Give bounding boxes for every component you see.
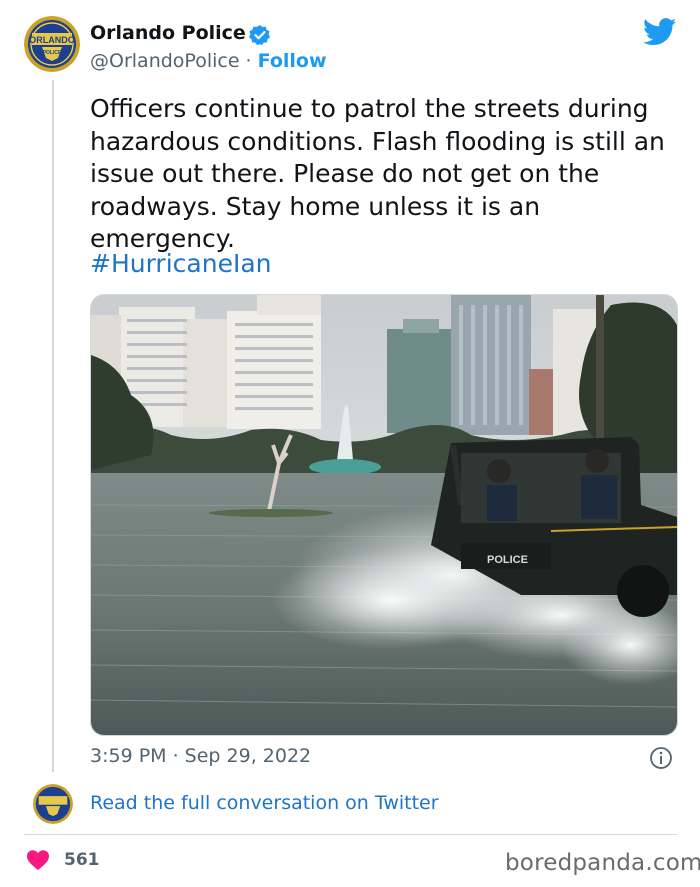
verified-badge-icon <box>249 24 271 46</box>
tweet-text: Officers continue to patrol the streets … <box>90 94 665 253</box>
avatar-badge-text: ORLANDO <box>29 35 75 45</box>
tweet-embed: ORLANDO POLICE Orlando Police @OrlandoPo… <box>0 0 700 887</box>
author-handle[interactable]: @OrlandoPolice <box>90 50 240 72</box>
handle-separator: · <box>239 50 258 72</box>
info-icon[interactable] <box>649 746 673 770</box>
vehicle-police-label: POLICE <box>487 554 528 566</box>
follow-button[interactable]: Follow <box>258 50 327 72</box>
heart-icon[interactable] <box>26 849 50 871</box>
tweet-timestamp[interactable]: 3:59 PM · Sep 29, 2022 <box>90 745 311 767</box>
thread-line <box>52 80 54 772</box>
twitter-bird-icon[interactable] <box>642 18 677 46</box>
tweet-photo[interactable]: POLICE <box>90 294 678 736</box>
boredpanda-watermark: boredpanda.com <box>505 850 700 876</box>
avatar-badge-subtext: POLICE <box>43 50 62 56</box>
author-name[interactable]: Orlando Police <box>90 22 246 44</box>
hashtag-link[interactable]: #HurricaneIan <box>90 248 271 281</box>
like-count: 561 <box>64 850 100 870</box>
footer-divider <box>24 834 677 835</box>
author-avatar[interactable]: ORLANDO POLICE <box>24 16 80 72</box>
read-conversation-link[interactable]: Read the full conversation on Twitter <box>90 792 439 814</box>
small-author-avatar[interactable] <box>33 784 73 824</box>
author-handle-line: @OrlandoPolice · Follow <box>90 50 327 72</box>
